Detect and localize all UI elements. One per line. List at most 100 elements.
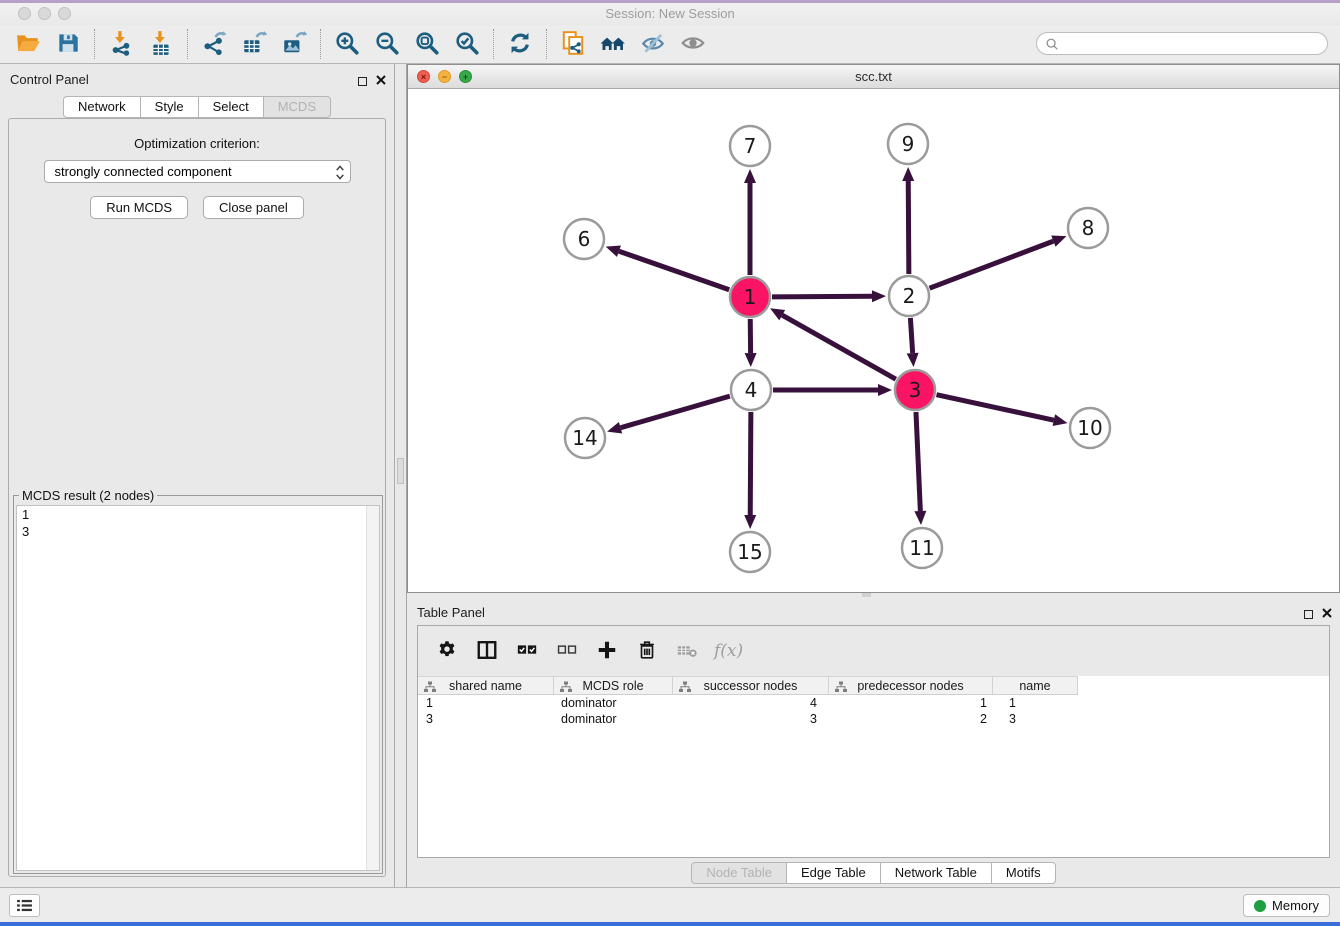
copy-documents-button[interactable] (553, 28, 593, 60)
graph-edge-1-6[interactable] (619, 251, 729, 290)
graph-edge-3-1[interactable] (782, 315, 896, 379)
graph-edge-arrowhead-3-10 (1053, 414, 1068, 426)
table-row[interactable]: 3dominator323 (418, 711, 1078, 727)
select-all-checkboxes-button[interactable] (514, 638, 540, 664)
trash-button[interactable] (634, 638, 660, 664)
task-history-button[interactable] (9, 894, 40, 917)
zoom-in-button[interactable] (327, 28, 367, 60)
tab-style[interactable]: Style (141, 96, 199, 118)
memory-status-icon (1254, 900, 1266, 912)
function-fx-button: f(x) (714, 638, 743, 664)
mcds-result-list[interactable]: 13 (16, 505, 380, 871)
search-icon (1045, 37, 1059, 51)
result-node-item[interactable]: 1 (17, 506, 379, 523)
table-body: 1dominator4113dominator323 (418, 695, 1329, 727)
import-table-button[interactable] (141, 28, 181, 60)
table-cell[interactable]: dominator (554, 695, 673, 711)
add-plus-button[interactable] (594, 638, 620, 664)
save-button[interactable] (48, 28, 88, 60)
zoom-fit-icon (414, 30, 440, 59)
right-area: × − + scc.txt 7968124314101511 Table Pan… (407, 64, 1340, 887)
vertical-splitter-handle[interactable] (397, 458, 404, 484)
graph-edge-4-14[interactable] (621, 396, 730, 428)
tab-network[interactable]: Network (63, 96, 141, 118)
close-panel-icon[interactable] (376, 72, 386, 90)
graph-edge-2-9[interactable] (908, 181, 909, 274)
export-network-button[interactable] (194, 28, 234, 60)
houses-button[interactable] (593, 28, 633, 60)
table-cell[interactable]: 4 (673, 695, 829, 711)
open-folder-button[interactable] (8, 28, 48, 60)
node-table-container: f(x) shared nameMCDS rolesuccessor nodes… (417, 625, 1330, 858)
column-header-name[interactable]: name (993, 677, 1078, 694)
list-icon (16, 899, 33, 912)
column-header-predecessor-nodes[interactable]: predecessor nodes (829, 677, 993, 694)
desktop-edge-bottom (0, 922, 1340, 926)
memory-button[interactable]: Memory (1243, 894, 1330, 917)
zoom-out-button[interactable] (367, 28, 407, 60)
tab-select[interactable]: Select (199, 96, 264, 118)
column-header-shared-name[interactable]: shared name (418, 677, 554, 694)
criterion-select[interactable]: strongly connected component (44, 160, 351, 183)
eye-button[interactable] (673, 28, 713, 60)
gear-button[interactable] (434, 638, 460, 664)
table-cell[interactable]: 1 (829, 695, 993, 711)
table-cell[interactable]: 3 (418, 711, 554, 727)
table-cell[interactable]: 1 (418, 695, 554, 711)
close-panel-button[interactable]: Close panel (203, 196, 304, 219)
search-box[interactable] (1036, 32, 1328, 55)
tab-mcds[interactable]: MCDS (264, 96, 331, 118)
table-row[interactable]: 1dominator411 (418, 695, 1078, 711)
network-canvas[interactable]: 7968124314101511 (408, 89, 1339, 592)
column-label: predecessor nodes (829, 679, 992, 693)
split-columns-button[interactable] (474, 638, 500, 664)
import-network-button[interactable] (101, 28, 141, 60)
eye-slash-button[interactable] (633, 28, 673, 60)
export-image-icon (281, 30, 307, 59)
houses-icon (600, 30, 626, 59)
table-cell[interactable]: dominator (554, 711, 673, 727)
refresh-button[interactable] (500, 28, 540, 60)
column-label: shared name (418, 679, 553, 693)
status-bar: Memory (0, 887, 1340, 922)
graph-edge-2-8[interactable] (930, 241, 1054, 288)
zoom-check-button[interactable] (447, 28, 487, 60)
float-table-panel-icon[interactable] (1304, 610, 1313, 619)
network-view-window: × − + scc.txt 7968124314101511 (407, 64, 1340, 593)
table-cell[interactable]: 2 (829, 711, 993, 727)
result-node-item[interactable]: 3 (17, 523, 379, 540)
graph-node-label-6: 6 (578, 227, 591, 251)
mcds-result-title: MCDS result (2 nodes) (19, 488, 157, 503)
graph-edge-4-15[interactable] (750, 412, 751, 515)
export-image-button[interactable] (274, 28, 314, 60)
clear-all-checkboxes-button[interactable] (554, 638, 580, 664)
graph-node-label-3: 3 (909, 378, 922, 402)
graph-node-label-2: 2 (903, 284, 916, 308)
zoom-fit-button[interactable] (407, 28, 447, 60)
search-input[interactable] (1064, 37, 1319, 51)
export-table-button[interactable] (234, 28, 274, 60)
network-window-titlebar: × − + scc.txt (408, 65, 1339, 89)
tab-motifs[interactable]: Motifs (992, 862, 1056, 884)
eye-slash-icon (640, 30, 666, 59)
tab-node-table[interactable]: Node Table (691, 862, 787, 884)
tab-edge-table[interactable]: Edge Table (787, 862, 881, 884)
graph-edge-2-3[interactable] (910, 318, 912, 353)
table-panel-title: Table Panel (417, 605, 485, 620)
run-mcds-button[interactable]: Run MCDS (90, 196, 188, 219)
table-cell[interactable]: 3 (993, 711, 1078, 727)
graph-edge-arrowhead-4-3 (878, 384, 892, 396)
close-table-panel-icon[interactable] (1322, 605, 1332, 623)
result-scrollbar[interactable] (366, 506, 379, 870)
graph-edge-1-2[interactable] (772, 296, 872, 297)
vertical-splitter[interactable] (395, 64, 407, 887)
table-cell[interactable]: 1 (993, 695, 1078, 711)
column-header-successor-nodes[interactable]: successor nodes (673, 677, 829, 694)
tab-network-table[interactable]: Network Table (881, 862, 992, 884)
column-header-MCDS-role[interactable]: MCDS role (554, 677, 673, 694)
table-cell[interactable]: 3 (673, 711, 829, 727)
table-panel-tabs: Node TableEdge TableNetwork TableMotifs (407, 862, 1340, 884)
graph-edge-3-11[interactable] (916, 412, 920, 511)
graph-edge-3-10[interactable] (936, 395, 1053, 420)
float-panel-icon[interactable] (358, 77, 367, 86)
